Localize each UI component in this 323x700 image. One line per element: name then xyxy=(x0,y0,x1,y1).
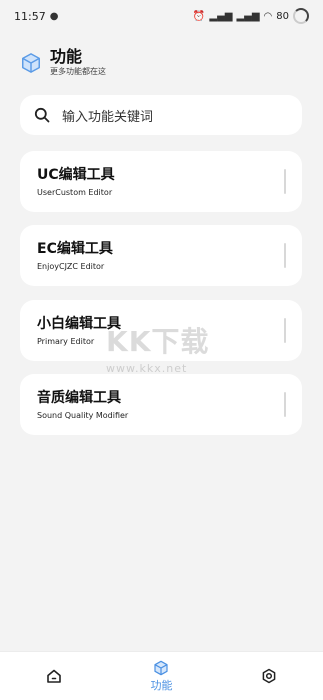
search-input[interactable]: 输入功能关键词 xyxy=(62,106,153,125)
card-title: 小白编辑工具 xyxy=(37,316,121,332)
page-subtitle: 更多功能都在这 xyxy=(50,67,106,76)
page-header: 功能 更多功能都在这 xyxy=(20,48,106,77)
search-icon xyxy=(34,107,50,123)
nav-settings[interactable] xyxy=(239,668,299,684)
signal-icon-2: ▂▄▆ xyxy=(236,10,260,22)
battery-percent: 80 xyxy=(276,10,289,22)
home-icon xyxy=(47,669,61,683)
card-divider xyxy=(284,169,286,194)
bottom-nav: 功能 xyxy=(0,651,323,700)
alarm-icon: ⏰ xyxy=(192,10,206,22)
gear-icon xyxy=(262,668,276,684)
nav-features-label: 功能 xyxy=(150,678,173,692)
card-primary-editor[interactable]: 小白编辑工具 Primary Editor xyxy=(20,300,302,361)
card-title: EC编辑工具 xyxy=(37,241,113,257)
cube-logo-icon xyxy=(22,52,40,73)
card-title: UC编辑工具 xyxy=(37,167,115,183)
card-ec-editor[interactable]: EC编辑工具 EnjoyCJZC Editor xyxy=(20,225,302,286)
chat-notification-icon: ● xyxy=(49,10,59,22)
title-group: 功能 更多功能都在这 xyxy=(50,48,106,77)
card-divider xyxy=(284,243,286,268)
status-left: 11:57 ● xyxy=(14,10,58,23)
card-divider xyxy=(284,318,286,343)
wifi-icon: ◠ xyxy=(263,10,273,22)
battery-icon xyxy=(293,8,309,24)
cube-icon xyxy=(154,660,169,675)
status-time: 11:57 xyxy=(14,9,46,23)
status-bar: 11:57 ● ⏰ ▂▄▆ ▂▄▆ ◠ 80 xyxy=(0,0,323,32)
search-bar[interactable]: 输入功能关键词 xyxy=(20,95,302,135)
card-uc-editor[interactable]: UC编辑工具 UserCustom Editor xyxy=(20,151,302,212)
signal-icon-1: ▂▄▆ xyxy=(209,10,233,22)
card-subtitle: Primary Editor xyxy=(37,337,95,346)
card-subtitle: Sound Quality Modifier xyxy=(37,411,129,420)
card-sound-quality-modifier[interactable]: 音质编辑工具 Sound Quality Modifier xyxy=(20,374,302,435)
card-subtitle: EnjoyCJZC Editor xyxy=(37,262,105,271)
nav-home[interactable] xyxy=(24,668,84,684)
card-title: 音质编辑工具 xyxy=(37,390,121,406)
card-subtitle: UserCustom Editor xyxy=(37,188,113,197)
card-divider xyxy=(284,392,286,417)
page-title: 功能 xyxy=(50,47,83,66)
nav-features[interactable]: 功能 xyxy=(131,660,191,693)
status-right: ⏰ ▂▄▆ ▂▄▆ ◠ 80 xyxy=(193,8,309,24)
